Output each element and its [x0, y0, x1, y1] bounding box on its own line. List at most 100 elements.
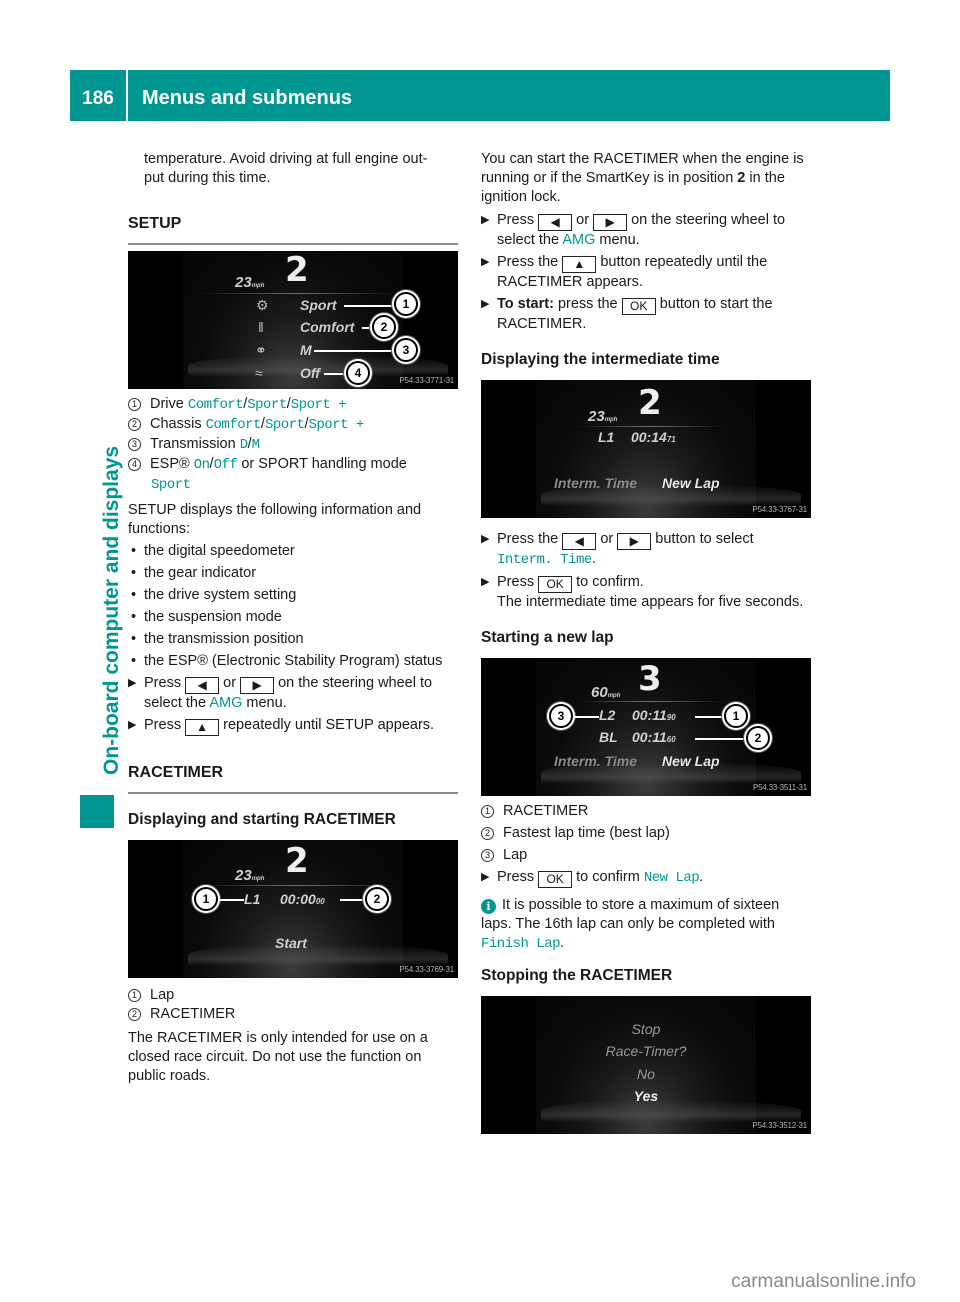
racetimer-display-image: 2 23mph 1 L1 00:0000 2 Start P54.33-3769…	[128, 840, 458, 978]
legend-item: 2 RACETIMER	[128, 1005, 458, 1024]
section-heading-racetimer: RACETIMER	[128, 764, 224, 781]
lap-time: 00:1471	[631, 429, 676, 445]
esp-value: Off	[300, 365, 320, 381]
instruction-step: ▶ Press OK to confirm. The intermediate ti…	[481, 574, 804, 610]
bullet-item: the digital speedometer	[128, 542, 458, 561]
legend-item: 1 RACETIMER	[481, 802, 811, 821]
lap-time: 00:1190	[632, 707, 676, 723]
callout-3: 3	[549, 704, 573, 728]
image-code: P54.33-3771-31	[399, 376, 454, 385]
instruction-step: ▶ Press OK to confirm New Lap.	[481, 869, 704, 888]
watermark: carmanualsonline.info	[731, 1271, 916, 1292]
bullet-item: the drive system setting	[128, 586, 458, 605]
lap-label: L1	[598, 429, 615, 445]
up-key: ▲	[185, 719, 220, 736]
bullet-item: the transmission position	[128, 630, 458, 649]
start-option: Start	[275, 935, 307, 951]
subheading: Displaying and starting RACETIMER	[128, 811, 396, 828]
stop-prompt-line1: Stop	[631, 1021, 661, 1037]
option-yes: Yes	[633, 1088, 659, 1104]
racetimer-intro: You can start the RACETIMER when the eng…	[481, 151, 804, 205]
stop-display-image: Stop Race-Timer? No Yes P54.33-3512-31	[481, 996, 811, 1134]
ok-key: OK	[621, 298, 656, 315]
transmission-icon: ⚭	[255, 342, 267, 358]
instruction-step: ▶ Press ▲ repeatedly until SETUP appears.	[128, 717, 435, 736]
option-no: No	[637, 1066, 655, 1082]
callout-4: 4	[346, 361, 370, 385]
best-lap-time: 00:1160	[632, 729, 676, 745]
gear-indicator: 2	[638, 383, 662, 423]
page-title: Menus and submenus	[142, 87, 353, 109]
ok-key: OK	[538, 871, 573, 888]
image-code: P54.33-3511-31	[753, 783, 807, 792]
subheading: Starting a new lap	[481, 629, 614, 646]
up-key: ▲	[562, 256, 597, 273]
lap-label: L2	[599, 707, 616, 723]
newlap-display-image: 3 60mph 3 L2 00:1190 1 BL 00:1160 2 Inte…	[481, 658, 811, 796]
legend-item: 3 Transmission D/M	[128, 435, 458, 455]
gear-indicator: 2	[285, 841, 309, 881]
left-column: temperature. Avoid driving at full engin…	[128, 150, 458, 1086]
setup-display-image: 2 23mph ⚙ Sport 1 ‖ Comfort 2 ⚭ M 3 ≈ Of…	[128, 251, 458, 389]
transmission-value: M	[300, 342, 312, 358]
callout-2: 2	[365, 887, 389, 911]
setup-description: SETUP displays the following information…	[128, 502, 422, 537]
stop-prompt-line2: Race-Timer?	[605, 1043, 687, 1059]
right-key: ▶	[617, 533, 652, 550]
bullet-item: the suspension mode	[128, 608, 458, 627]
menu-interm-time: Interm. Time	[554, 753, 637, 769]
bullet-item: the ESP® (Electronic Stability Program) …	[128, 652, 458, 671]
callout-3: 3	[394, 338, 418, 362]
chapter-side-tab: On-board computer and displays	[74, 140, 124, 775]
callout-2: 2	[372, 315, 396, 339]
callout-1: 1	[724, 704, 748, 728]
menu-new-lap: New Lap	[662, 475, 720, 491]
image-code: P54.33-3512-31	[752, 1121, 807, 1130]
instruction-step: ▶ Press ◀ or ▶ on the steering wheel to s…	[128, 675, 433, 711]
intermediate-display-image: 2 23mph L1 00:1471 Interm. Time New Lap …	[481, 380, 811, 518]
bullet-item: the gear indicator	[128, 564, 458, 583]
instruction-step: ▶ Press ◀ or ▶ on the steering wheel to s…	[481, 212, 786, 248]
legend-item: 4 ESP® On/Off or SPORT handling mode	[128, 455, 458, 475]
legend-item: 2 Fastest lap time (best lap)	[481, 824, 811, 843]
drive-icon: ⚙	[256, 297, 269, 313]
legend-item: 1 Drive Comfort/Sport/Sport +	[128, 395, 458, 415]
lap-label: L1	[244, 891, 261, 907]
subheading: Displaying the intermediate time	[481, 351, 720, 368]
callout-1: 1	[394, 292, 418, 316]
callout-2: 2	[746, 726, 770, 750]
suspension-value: Comfort	[300, 319, 355, 335]
lap-time: 00:0000	[280, 891, 325, 907]
info-icon: i	[481, 899, 496, 914]
page-number: 186	[82, 88, 114, 109]
image-code: P54.33-3769-31	[399, 965, 454, 974]
legend-item-continuation: Sport	[151, 477, 191, 493]
speed-readout: 60mph	[591, 684, 621, 701]
right-key: ▶	[240, 677, 275, 694]
intro-line: temperature. Avoid driving at full engin…	[144, 151, 428, 167]
section-heading-setup: SETUP	[128, 215, 182, 232]
menu-interm-time: Interm. Time	[554, 475, 637, 491]
gear-indicator: 3	[638, 659, 662, 699]
page-header: 186 Menus and submenus	[70, 70, 890, 121]
intro-line: put during this time.	[144, 170, 271, 186]
callout-1: 1	[194, 887, 218, 911]
esp-icon: ≈	[255, 365, 263, 381]
legend-item: 2 Chassis Comfort/Sport/Sport +	[128, 415, 458, 435]
legend-item: 3 Lap	[481, 846, 811, 865]
right-column: You can start the RACETIMER when the eng…	[481, 150, 811, 1134]
instruction-step: ▶ Press the ◀ or ▶ button to select Interm…	[481, 531, 754, 568]
gear-indicator: 2	[285, 251, 309, 290]
ok-key: OK	[538, 576, 573, 593]
info-note: i It is possible to store a maximum of si…	[481, 897, 780, 952]
header-divider	[126, 70, 128, 121]
suspension-icon: ‖	[258, 319, 264, 335]
chapter-marker	[80, 795, 114, 828]
image-code: P54.33-3767-31	[752, 505, 807, 514]
left-key: ◀	[185, 677, 220, 694]
instruction-step: ▶ Press the ▲ button repeatedly until the…	[481, 254, 768, 290]
left-key: ◀	[538, 214, 573, 231]
racetimer-note: The RACETIMER is only intended for use o…	[128, 1030, 428, 1084]
best-lap-label: BL	[599, 729, 618, 745]
chapter-label: On-board computer and displays	[100, 445, 123, 775]
